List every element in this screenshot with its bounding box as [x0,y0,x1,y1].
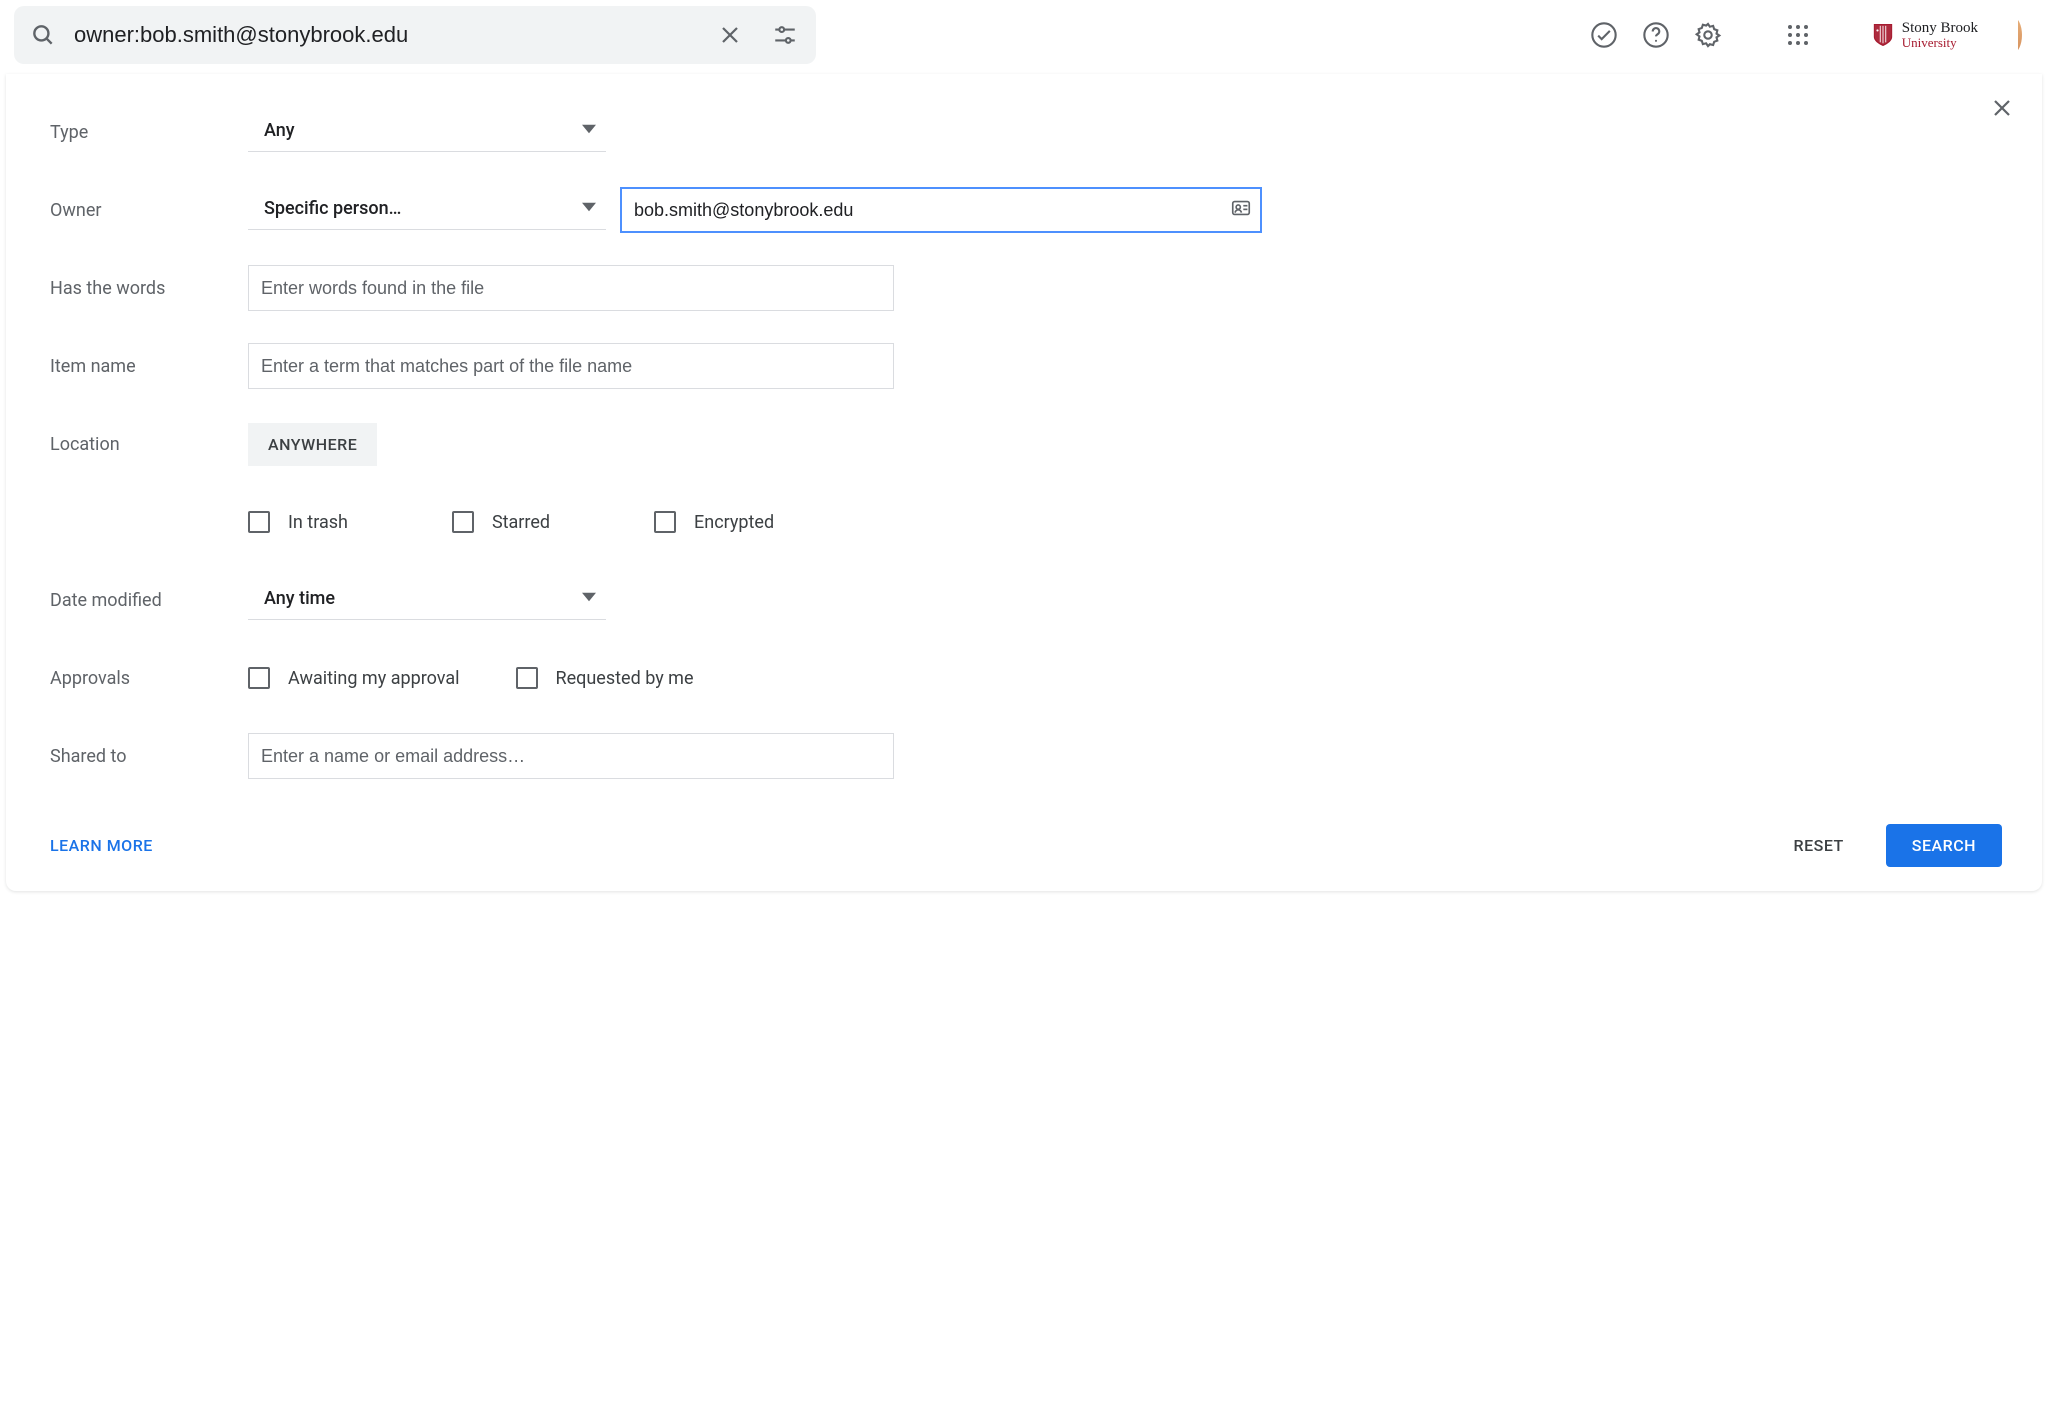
checkbox-icon [248,667,270,689]
apps-grid-icon[interactable] [1786,23,1810,47]
type-label: Type [50,122,248,143]
brand-badge[interactable]: Stony Brook University [1862,15,1988,55]
type-value: Any [264,120,295,141]
learn-more-link[interactable]: LEARN MORE [50,836,153,855]
location-label: Location [50,434,248,455]
owner-label: Owner [50,200,248,221]
has-words-label: Has the words [50,278,248,299]
item-name-input[interactable] [248,343,894,389]
search-button[interactable]: SEARCH [1886,824,2002,867]
type-dropdown[interactable]: Any [248,112,606,152]
search-options-icon[interactable] [766,16,804,54]
caret-down-icon [582,200,596,218]
settings-icon[interactable] [1694,21,1722,49]
in-trash-checkbox[interactable]: In trash [248,511,348,533]
avatar[interactable] [2004,17,2022,53]
checkbox-icon [248,511,270,533]
header-icons: Stony Brook University [1590,15,2036,55]
encrypted-label: Encrypted [694,512,774,533]
shared-to-label: Shared to [50,746,248,767]
brand-line1: Stony Brook [1902,21,1978,36]
awaiting-approval-label: Awaiting my approval [288,668,460,689]
search-input[interactable] [74,22,712,48]
advanced-search-panel: Type Any Owner Specific person… Has the … [6,74,2042,891]
owner-email-field-wrap [620,187,1262,233]
starred-label: Starred [492,512,550,533]
date-modified-value: Any time [264,588,335,609]
owner-dropdown[interactable]: Specific person… [248,190,606,230]
date-modified-dropdown[interactable]: Any time [248,580,606,620]
starred-checkbox[interactable]: Starred [452,511,550,533]
checkbox-icon [654,511,676,533]
reset-button[interactable]: RESET [1768,824,1870,867]
has-words-input[interactable] [248,265,894,311]
caret-down-icon [582,590,596,608]
close-panel-icon[interactable] [1990,96,2014,120]
requested-by-me-checkbox[interactable]: Requested by me [516,667,694,689]
approvals-label: Approvals [50,668,248,689]
awaiting-approval-checkbox[interactable]: Awaiting my approval [248,667,460,689]
owner-value: Specific person… [264,198,401,219]
offline-ready-icon[interactable] [1590,21,1618,49]
location-chip[interactable]: ANYWHERE [248,423,377,466]
brand-line2: University [1902,36,1978,49]
search-bar [14,6,816,64]
checkbox-icon [452,511,474,533]
item-name-label: Item name [50,356,248,377]
header-bar: Stony Brook University [0,0,2048,74]
encrypted-checkbox[interactable]: Encrypted [654,511,774,533]
owner-email-field[interactable] [634,200,1230,221]
shared-to-input[interactable] [248,733,894,779]
help-icon[interactable] [1642,21,1670,49]
university-shield-icon [1872,22,1894,48]
requested-by-me-label: Requested by me [556,668,694,689]
clear-search-icon[interactable] [712,17,748,53]
checkbox-icon [516,667,538,689]
contacts-icon[interactable] [1230,197,1252,223]
in-trash-label: In trash [288,512,348,533]
caret-down-icon [582,122,596,140]
search-icon [30,22,56,48]
date-modified-label: Date modified [50,590,248,611]
